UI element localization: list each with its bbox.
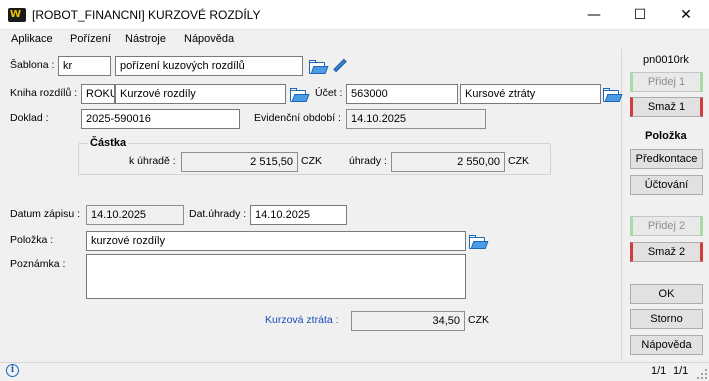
doklad-field[interactable]: 2025-590016	[81, 109, 240, 129]
status-record-right: 1/1	[673, 365, 689, 377]
poznamka-label: Poznámka :	[10, 258, 66, 270]
predkontace-button[interactable]: Předkontace	[630, 149, 703, 169]
polozka-label: Položka :	[10, 234, 54, 246]
menu-bar: Aplikace Pořízení Nástroje Nápověda	[0, 31, 709, 49]
status-bar	[0, 362, 709, 381]
kurzova-ztrata-currency: CZK	[468, 314, 489, 326]
ucet-label: Účet :	[315, 87, 343, 99]
sablona-code-field[interactable]: kr	[58, 56, 111, 76]
sablona-name-field[interactable]: pořízení kuzových rozdílů	[115, 56, 303, 76]
menu-aplikace[interactable]: Aplikace	[11, 33, 53, 45]
datum-uhrady-field[interactable]: 14.10.2025	[250, 205, 347, 225]
polozka-heading: Položka	[645, 130, 687, 142]
uhrady-currency: CZK	[508, 155, 529, 167]
kurzova-ztrata-field: 34,50	[351, 311, 465, 331]
close-icon[interactable]: ✕	[663, 0, 709, 30]
polozka-field[interactable]: kurzové rozdíly	[86, 231, 466, 251]
screen-id-label: pn0010rk	[643, 54, 689, 66]
smaz-1-button[interactable]: Smaž 1	[630, 97, 703, 117]
status-record-left: 1/1	[651, 365, 667, 377]
smaz-2-button[interactable]: Smaž 2	[630, 242, 703, 262]
ok-button[interactable]: OK	[630, 284, 703, 304]
minimize-icon[interactable]: —	[571, 0, 617, 30]
datum-zapisu-field: 14.10.2025	[86, 205, 184, 225]
evidencni-obdobi-field: 14.10.2025	[346, 109, 486, 129]
uhrady-label: úhrady :	[349, 155, 387, 167]
k-uhrade-label: k úhradě :	[129, 155, 176, 167]
datum-uhrady-label: Dat.úhrady :	[189, 208, 247, 220]
sablona-folder-icon[interactable]	[309, 60, 329, 74]
menu-napoveda[interactable]: Nápověda	[184, 33, 234, 45]
pridej-1-button[interactable]: Přidej 1	[630, 72, 703, 92]
storno-button[interactable]: Storno	[630, 309, 703, 329]
doklad-label: Doklad :	[10, 112, 49, 124]
kniha-label: Kniha rozdílů :	[10, 87, 78, 99]
poznamka-textarea[interactable]	[86, 254, 466, 299]
sablona-label: Šablona :	[10, 59, 55, 71]
info-icon[interactable]: i	[6, 364, 19, 377]
castka-group-title: Částka	[88, 137, 129, 149]
title-bar: W [ROBOT_FINANCNI] KURZOVÉ ROZDÍLY — ☐ ✕	[0, 0, 709, 30]
uctovani-button[interactable]: Účtování	[630, 175, 703, 195]
datum-zapisu-label: Datum zápisu :	[10, 208, 81, 220]
app-logo-icon: W	[8, 8, 26, 22]
k-uhrade-currency: CZK	[301, 155, 322, 167]
maximize-icon[interactable]: ☐	[617, 0, 663, 30]
polozka-folder-icon[interactable]	[469, 235, 489, 249]
menu-nastroje[interactable]: Nástroje	[125, 33, 166, 45]
resize-grip-icon[interactable]	[697, 369, 707, 379]
pridej-2-button[interactable]: Přidej 2	[630, 216, 703, 236]
ucet-folder-icon[interactable]	[603, 88, 623, 102]
kniha-name-field[interactable]: Kurzové rozdíly	[115, 84, 286, 104]
k-uhrade-field: 2 515,50	[181, 152, 298, 172]
kniha-code-field[interactable]: ROKU	[81, 84, 115, 104]
evidencni-obdobi-label: Evidenční období :	[254, 112, 341, 124]
menu-porizeni[interactable]: Pořízení	[70, 33, 111, 45]
ucet-code-field[interactable]: 563000	[346, 84, 458, 104]
kurzova-ztrata-label: Kurzová ztráta :	[265, 314, 339, 326]
kniha-folder-icon[interactable]	[290, 88, 310, 102]
window-title: [ROBOT_FINANCNI] KURZOVÉ ROZDÍLY	[32, 8, 261, 22]
napoveda-button[interactable]: Nápověda	[630, 335, 703, 355]
ucet-name-field[interactable]: Kursové ztráty	[460, 84, 601, 104]
edit-pencil-icon[interactable]	[332, 58, 347, 73]
uhrady-field: 2 550,00	[391, 152, 505, 172]
